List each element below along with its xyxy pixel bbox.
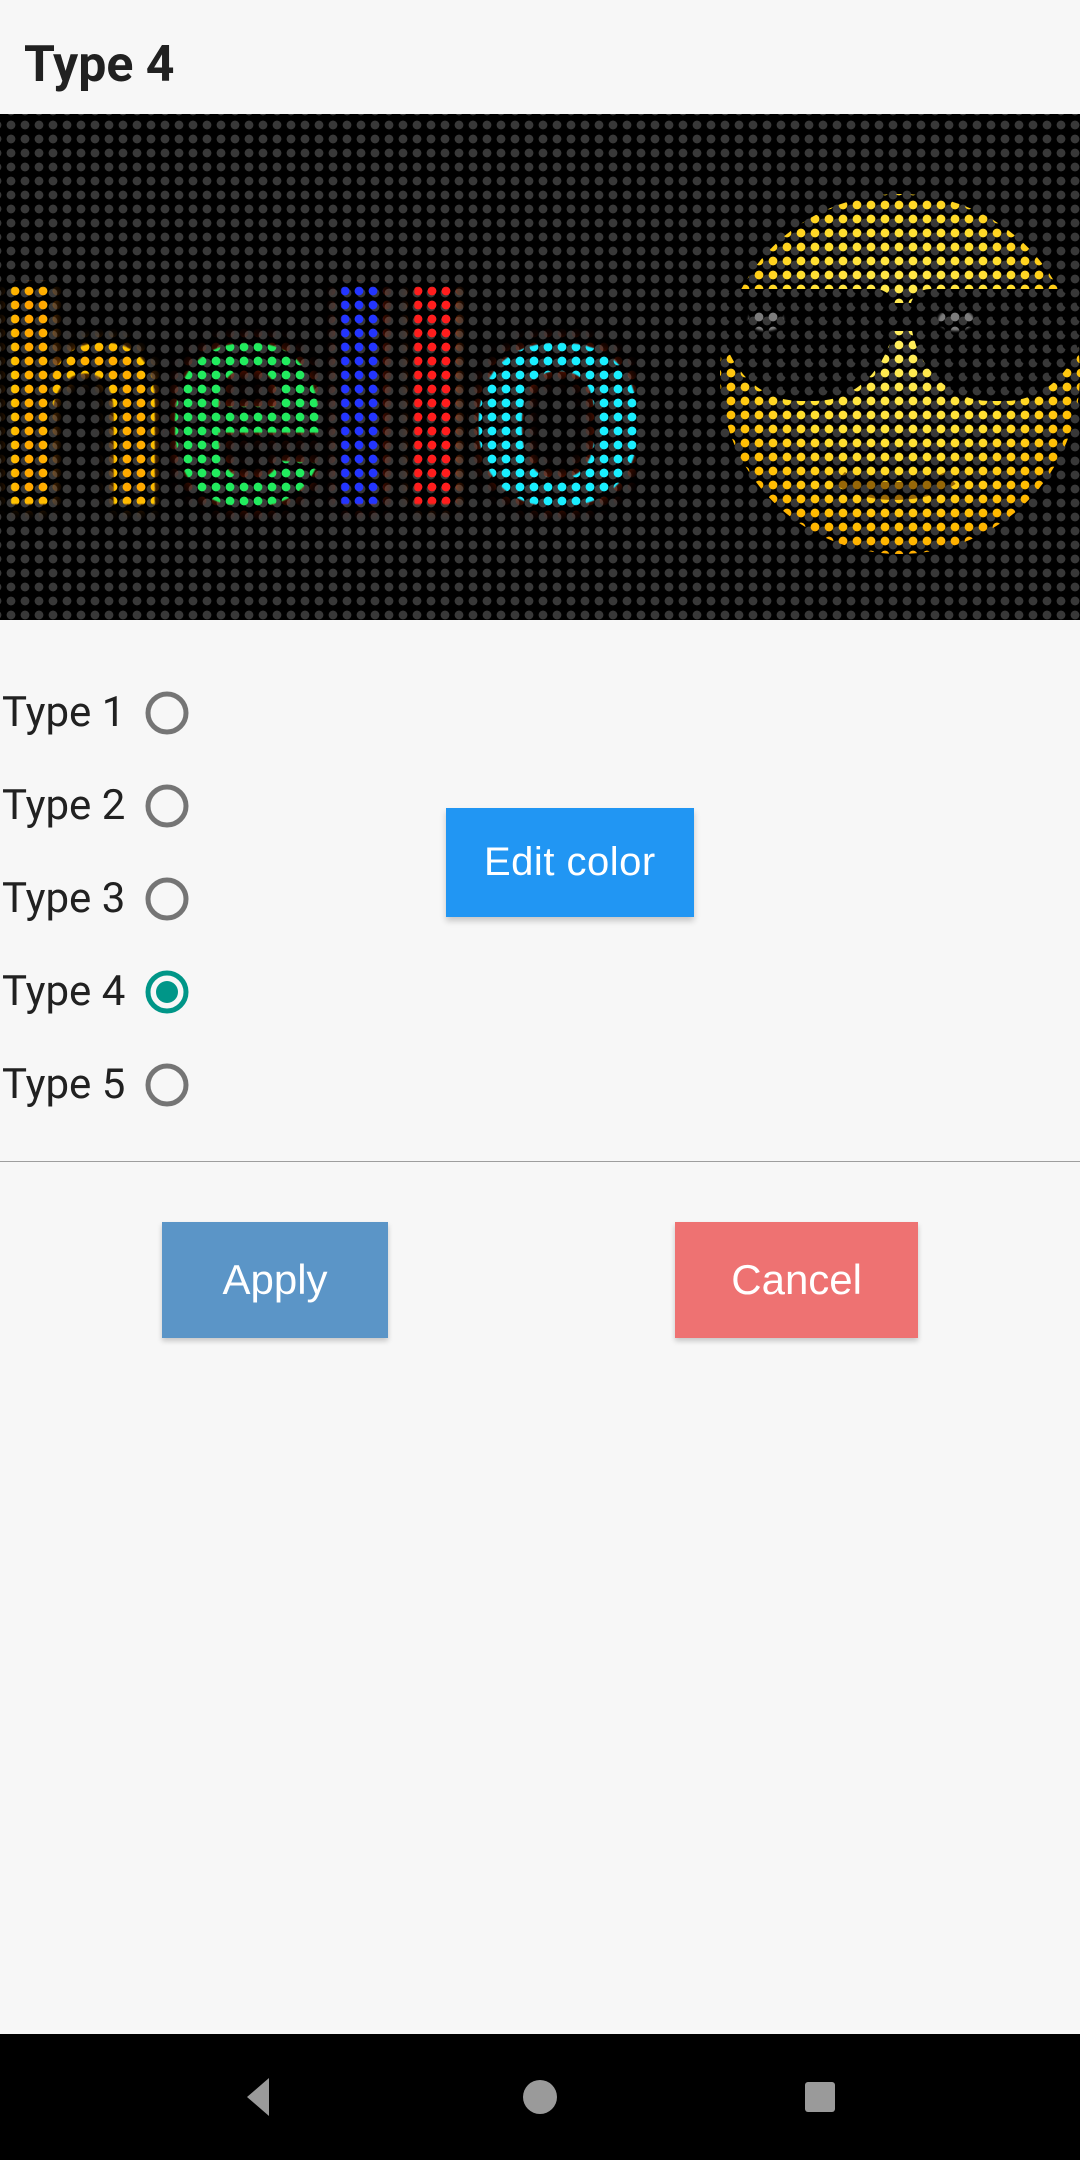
- radio-type-4[interactable]: [143, 968, 191, 1016]
- led-letter-o: o: [467, 280, 640, 520]
- cancel-button[interactable]: Cancel: [675, 1222, 918, 1338]
- type-options: Type 1 Type 2 Type 3 Type 4 Type 5 Edit …: [0, 620, 1080, 1161]
- led-letter-l2: l: [393, 280, 466, 520]
- led-text: h e l l o: [0, 280, 640, 520]
- type-option-5[interactable]: Type 5: [0, 1038, 1080, 1131]
- apply-button[interactable]: Apply: [162, 1222, 388, 1338]
- action-buttons: Apply Cancel: [0, 1162, 1080, 1338]
- type-option-label: Type 5: [2, 1060, 125, 1109]
- led-preview: h e l l o: [0, 114, 1080, 620]
- type-option-label: Type 2: [2, 781, 125, 830]
- radio-type-2[interactable]: [143, 782, 191, 830]
- radio-type-5[interactable]: [143, 1061, 191, 1109]
- type-option-4[interactable]: Type 4: [0, 945, 1080, 1038]
- radio-type-1[interactable]: [143, 689, 191, 737]
- back-icon[interactable]: [235, 2072, 285, 2122]
- recent-apps-icon[interactable]: [795, 2072, 845, 2122]
- type-option-1[interactable]: Type 1: [0, 666, 1080, 759]
- led-letter-e: e: [163, 280, 320, 520]
- type-option-label: Type 1: [2, 688, 125, 737]
- page-title: Type 4: [0, 0, 1080, 114]
- android-nav-bar: [0, 2034, 1080, 2160]
- led-letter-h: h: [0, 280, 163, 520]
- radio-type-3[interactable]: [143, 875, 191, 923]
- type-option-label: Type 4: [2, 967, 125, 1016]
- home-icon[interactable]: [515, 2072, 565, 2122]
- sunglasses-emoji-icon: [720, 194, 1080, 554]
- led-letter-l1: l: [320, 280, 393, 520]
- type-option-label: Type 3: [2, 874, 125, 923]
- edit-color-button[interactable]: Edit color: [446, 808, 694, 917]
